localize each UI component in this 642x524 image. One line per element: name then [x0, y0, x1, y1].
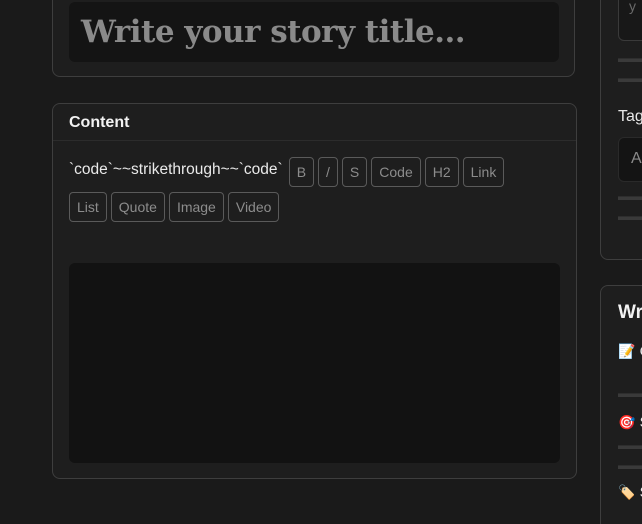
helper-text-faint: ▬▬	[618, 438, 642, 452]
quote-button[interactable]: Quote	[110, 192, 165, 222]
content-heading: Content	[69, 114, 130, 131]
italic-button[interactable]: /	[318, 157, 338, 187]
link-button[interactable]: Link	[462, 157, 505, 187]
strikethrough-button[interactable]: S	[341, 157, 368, 187]
content-card: Content `code`~~strikethrough~~`code` B …	[52, 103, 577, 479]
helper-text-faint: ▬▬▬	[618, 51, 642, 65]
markdown-preview-text: `code`~~strikethrough~~`code`	[69, 161, 283, 178]
image-button[interactable]: Image	[168, 192, 224, 222]
label-tag-icon: 🏷️	[618, 484, 636, 500]
helper-text-faint: ▬▬	[618, 189, 642, 203]
code-button[interactable]: Code	[371, 157, 421, 187]
content-card-header: Content	[53, 104, 576, 141]
sidebar-settings-card: y ▬▬▬ ▬▬ Tag A ▬▬ ▬▬	[600, 0, 642, 260]
writing-tips-card: Wr 📝 C ▬▬ 🎯 S ▬▬ ▬▬ 🏷️ S	[600, 285, 642, 524]
bold-button[interactable]: B	[288, 157, 315, 187]
tip-item: 🏷️ S	[618, 484, 642, 501]
sidebar-top-input[interactable]: y	[618, 0, 642, 41]
heading2-button[interactable]: H2	[424, 157, 459, 187]
helper-text-faint: ▬▬	[618, 71, 642, 85]
title-card: Write your story title...	[52, 0, 575, 77]
page: Write your story title... Content `code`…	[0, 0, 642, 524]
helper-text-faint: ▬▬	[618, 386, 642, 400]
helper-text-faint: ▬▬	[618, 458, 642, 472]
memo-icon: 📝	[618, 343, 636, 359]
writing-tips-heading: Wr	[618, 302, 642, 323]
tags-label: Tag	[618, 108, 642, 125]
list-button[interactable]: List	[69, 192, 107, 222]
helper-text-faint: ▬▬	[618, 209, 642, 223]
story-title-input[interactable]: Write your story title...	[69, 2, 559, 62]
video-button[interactable]: Video	[227, 192, 280, 222]
tip-item: 📝 C	[618, 343, 642, 360]
target-icon: 🎯	[618, 414, 636, 430]
tags-input-placeholder: A	[631, 150, 642, 167]
tip-item: 🎯 S	[618, 414, 642, 431]
content-editor-textarea[interactable]	[69, 263, 560, 463]
tags-input[interactable]: A	[618, 137, 642, 182]
formatting-toolbar: `code`~~strikethrough~~`code` B / S Code…	[69, 157, 539, 222]
sidebar-top-input-text: y	[629, 0, 636, 14]
